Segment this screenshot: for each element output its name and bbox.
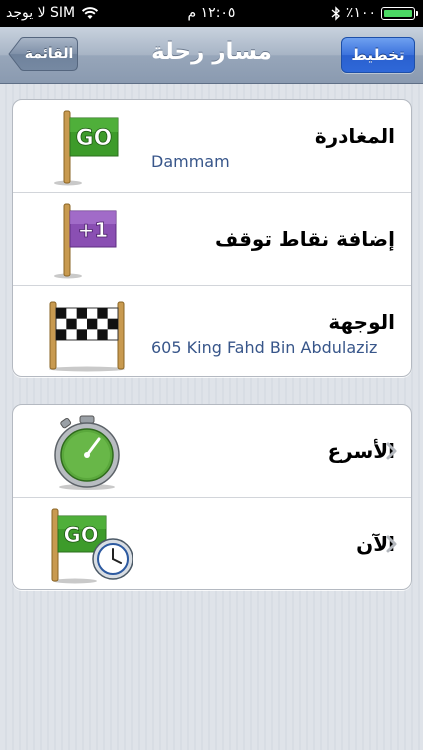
go-flag-icon: GO [54, 110, 119, 186]
fastest-title: الأسرع [327, 439, 395, 463]
add-stops-row[interactable]: +1 إضافة نقاط توقف [13, 193, 411, 286]
go-flag-text: GO [76, 126, 113, 151]
add-stop-flag-icon: +1 [54, 203, 117, 279]
bluetooth-icon [331, 5, 340, 21]
route-group: GO المغادرة Dammam +1 إضافة نقاط توقف ال… [12, 99, 412, 377]
status-bar: لا يوجد SIM ١٢:٠٥ م ٪١٠٠ [0, 0, 423, 27]
navigation-bar: القائمة مسار رحلة تخطيط [0, 27, 423, 84]
fastest-row[interactable]: الأسرع [13, 405, 411, 498]
chevron-right-icon [386, 442, 397, 460]
departure-title: المغادرة [314, 124, 395, 148]
now-row[interactable]: GO الآن [13, 498, 411, 589]
now-flag-text: GO [63, 523, 98, 547]
now-title: الآن [356, 532, 395, 556]
plan-button[interactable]: تخطيط [341, 37, 415, 73]
add-stops-title: إضافة نقاط توقف [215, 227, 395, 251]
status-right: ٪١٠٠ [331, 5, 418, 21]
destination-subtitle: 605 King Fahd Bin Abdulaziz [151, 338, 378, 357]
stopwatch-icon [54, 415, 120, 490]
chevron-right-icon [386, 535, 397, 553]
options-group: الأسرع GO الآن [12, 404, 412, 590]
add-stop-flag-text: +1 [78, 218, 109, 242]
destination-row[interactable]: الوجهة 605 King Fahd Bin Abdulaziz [13, 286, 411, 376]
battery-icon [381, 6, 418, 20]
go-flag-clock-icon: GO [51, 508, 133, 584]
battery-percent: ٪١٠٠ [345, 5, 376, 21]
departure-row[interactable]: GO المغادرة Dammam [13, 100, 411, 193]
destination-title: الوجهة [328, 310, 395, 334]
departure-subtitle: Dammam [151, 152, 230, 171]
checkered-flag-icon [49, 301, 125, 372]
